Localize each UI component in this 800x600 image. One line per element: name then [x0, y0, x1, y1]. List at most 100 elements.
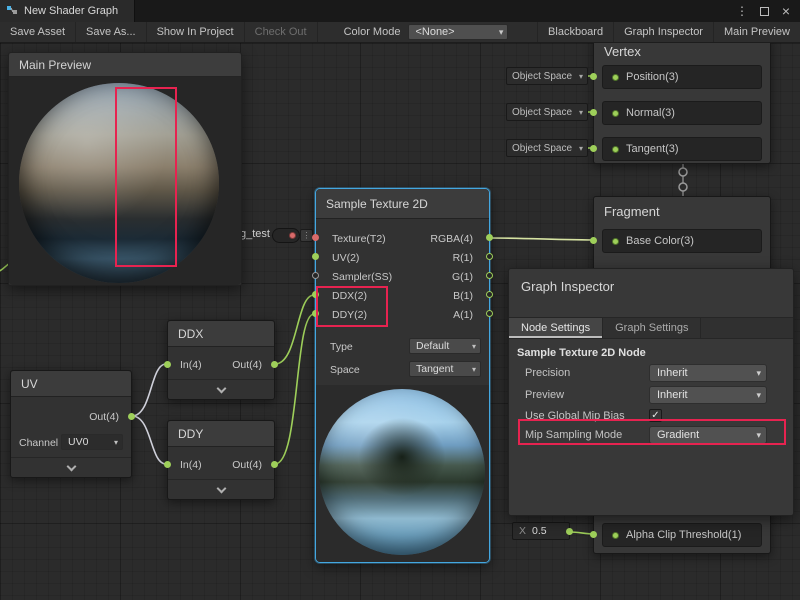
sample-node-title[interactable]: Sample Texture 2D — [316, 189, 489, 219]
precision-dropdown[interactable]: Inherit — [649, 364, 767, 382]
preview-dropdown[interactable]: Inherit — [649, 386, 767, 404]
normal-port-dot[interactable] — [612, 110, 619, 117]
sampler-input-port[interactable] — [312, 272, 319, 279]
sample-texture-2d-node[interactable]: Sample Texture 2D Texture(T2) UV(2) Samp… — [315, 188, 490, 563]
tangent-port-row[interactable]: Tangent(3) — [602, 137, 762, 161]
float-out-port[interactable] — [566, 528, 573, 535]
window-tab[interactable]: New Shader Graph — [0, 0, 135, 22]
uv-out-port[interactable] — [128, 413, 135, 420]
save-asset-button[interactable]: Save Asset — [0, 22, 76, 42]
alpha-clip-port-dot[interactable] — [612, 532, 619, 539]
g-output-port[interactable] — [486, 272, 493, 279]
tab-graph-settings[interactable]: Graph Settings — [603, 318, 701, 338]
space-value: Tangent — [416, 363, 453, 375]
type-value: Default — [416, 340, 449, 352]
kebab-menu-icon[interactable]: ⋮ — [732, 1, 752, 21]
alpha-clip-label: Alpha Clip Threshold(1) — [626, 529, 741, 541]
b-output-port[interactable] — [486, 291, 493, 298]
ddx-in-label: In(4) — [180, 359, 202, 371]
property-gtest-node[interactable] — [272, 228, 300, 243]
ddy-out-port[interactable] — [271, 461, 278, 468]
show-in-project-button[interactable]: Show In Project — [147, 22, 245, 42]
title-bar: New Shader Graph ⋮ × — [0, 0, 800, 22]
base-color-port-row[interactable]: Base Color(3) — [602, 229, 762, 253]
uv-channel-label: Channel — [19, 437, 59, 449]
blackboard-toggle-button[interactable]: Blackboard — [537, 22, 613, 42]
rgba-output-port[interactable] — [486, 234, 493, 241]
uv-input-port[interactable] — [312, 253, 319, 260]
ddy-node[interactable]: DDY In(4) Out(4) — [167, 420, 275, 500]
maximize-icon[interactable] — [754, 1, 774, 21]
tab-node-settings[interactable]: Node Settings — [509, 318, 603, 338]
uv-channel-dropdown[interactable]: UV0 — [61, 434, 123, 450]
main-preview-toggle-button[interactable]: Main Preview — [713, 22, 800, 42]
ddx-out-port[interactable] — [271, 361, 278, 368]
main-preview-body — [9, 77, 241, 285]
position-space-dropdown[interactable]: Object Space — [506, 67, 588, 85]
graph-inspector-panel[interactable]: Graph Inspector Node Settings Graph Sett… — [508, 268, 794, 516]
vertex-node[interactable]: Vertex Position(3) Normal(3) Tangent(3) — [593, 36, 771, 164]
ddy-node-title[interactable]: DDY — [168, 421, 274, 447]
uv-collapse-bar[interactable] — [11, 457, 131, 477]
uv-node-title[interactable]: UV — [11, 371, 131, 397]
vertex-normal-edge-port[interactable] — [590, 109, 597, 116]
graph-inspector-title: Graph Inspector — [521, 279, 614, 294]
close-icon[interactable]: × — [776, 1, 796, 21]
texture-input-port[interactable] — [312, 234, 319, 241]
link-dot-top[interactable] — [679, 168, 687, 176]
inspector-tabstrip: Node Settings Graph Settings — [509, 317, 793, 339]
vertex-position-edge-port[interactable] — [590, 73, 597, 80]
main-preview-title[interactable]: Main Preview — [9, 53, 241, 77]
base-color-port-dot[interactable] — [612, 238, 619, 245]
ddx-node-title[interactable]: DDX — [168, 321, 274, 347]
position-port-row[interactable]: Position(3) — [602, 65, 762, 89]
alpha-clip-port-row[interactable]: Alpha Clip Threshold(1) — [602, 523, 762, 547]
color-mode-value: <None> — [415, 26, 454, 38]
fragment-node-title[interactable]: Fragment — [594, 197, 770, 225]
check-out-button: Check Out — [245, 22, 318, 42]
uv-node[interactable]: UV Out(4) Channel UV0 — [10, 370, 132, 478]
fragment-alphaclip-edge-port[interactable] — [590, 531, 597, 538]
input-row-ddx: DDX(2) — [332, 286, 367, 305]
link-dot-bottom[interactable] — [679, 183, 687, 191]
normal-space-dropdown[interactable]: Object Space — [506, 103, 588, 121]
position-port-dot[interactable] — [612, 74, 619, 81]
mip-bias-label: Use Global Mip Bias — [525, 410, 625, 422]
a-output-port[interactable] — [486, 310, 493, 317]
normal-port-row[interactable]: Normal(3) — [602, 101, 762, 125]
precision-label: Precision — [525, 367, 570, 379]
wire-rgba-basecolor[interactable] — [490, 238, 600, 240]
ddx-collapse-bar[interactable] — [168, 379, 274, 399]
color-mode-dropdown[interactable]: <None> — [408, 24, 508, 40]
mip-mode-value: Gradient — [657, 429, 699, 441]
main-preview-panel[interactable]: Main Preview — [8, 52, 242, 286]
mip-bias-checkbox[interactable]: ✓ — [649, 409, 662, 422]
ddy-collapse-bar[interactable] — [168, 479, 274, 499]
tangent-space-dropdown[interactable]: Object Space — [506, 139, 588, 157]
graph-inspector-toggle-button[interactable]: Graph Inspector — [613, 22, 713, 42]
property-gtest-port[interactable] — [289, 232, 296, 239]
r-output-port[interactable] — [486, 253, 493, 260]
normal-label: Normal(3) — [626, 107, 675, 119]
space-dropdown[interactable]: Tangent — [409, 361, 481, 377]
ddx-in-port[interactable] — [164, 361, 171, 368]
tangent-label: Tangent(3) — [626, 143, 679, 155]
output-row-a: A(1) — [453, 305, 473, 324]
ddx-input-port[interactable] — [312, 291, 319, 298]
float-input-stub[interactable]: X 0.5 — [512, 522, 570, 540]
type-dropdown[interactable]: Default — [409, 338, 481, 354]
wire-uv-ddx[interactable] — [132, 364, 166, 416]
wire-uv-ddy[interactable] — [132, 416, 166, 464]
tangent-port-dot[interactable] — [612, 146, 619, 153]
ddx-node[interactable]: DDX In(4) Out(4) — [167, 320, 275, 400]
save-as-button[interactable]: Save As... — [76, 22, 147, 42]
fragment-basecolor-edge-port[interactable] — [590, 237, 597, 244]
float-x-value[interactable]: 0.5 — [532, 525, 547, 537]
wire-ddx-sample[interactable] — [275, 295, 314, 364]
vertex-tangent-edge-port[interactable] — [590, 145, 597, 152]
ddy-input-port[interactable] — [312, 310, 319, 317]
property-gtest-label[interactable]: g_test — [240, 228, 270, 240]
property-drag-handle-icon[interactable]: ⋮ — [300, 229, 313, 242]
ddy-in-port[interactable] — [164, 461, 171, 468]
mip-mode-dropdown[interactable]: Gradient — [649, 426, 767, 444]
